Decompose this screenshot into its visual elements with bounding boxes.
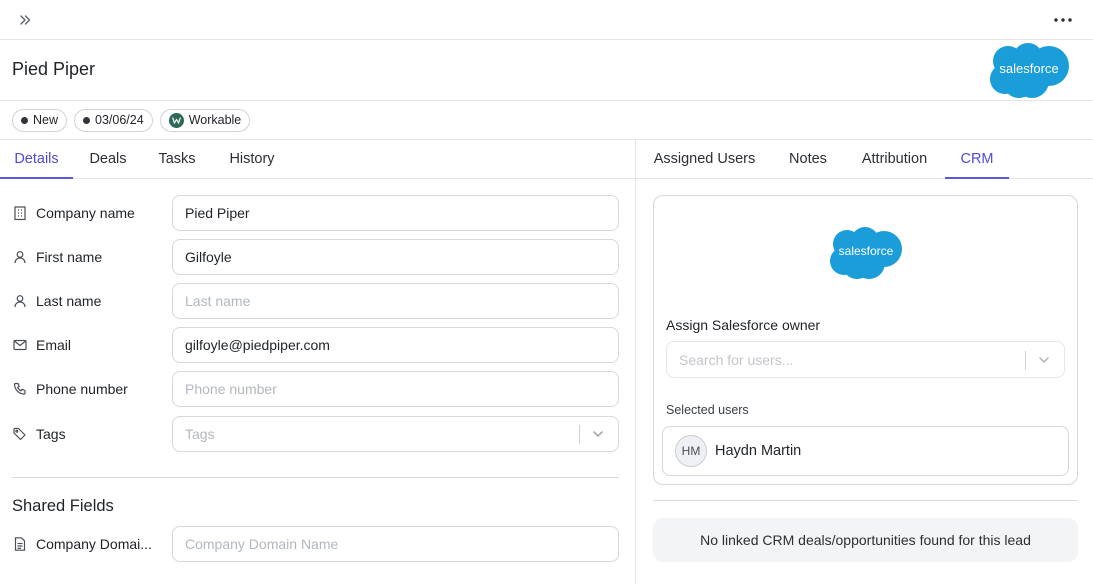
- first-name-label: First name: [36, 249, 103, 265]
- email-label: Email: [36, 337, 72, 353]
- tab-assigned-users[interactable]: Assigned Users: [653, 140, 756, 179]
- company-domain-label: Company Domai...: [36, 536, 152, 552]
- company-name-label: Company name: [36, 205, 135, 221]
- chevrons-right-icon[interactable]: [14, 9, 36, 31]
- crm-divider: [653, 500, 1078, 501]
- company-name-input[interactable]: [172, 195, 619, 231]
- salesforce-logo: salesforce: [826, 226, 906, 282]
- last-name-label: Last name: [36, 293, 102, 309]
- status-dot-icon: [21, 116, 28, 124]
- empty-deals-message: No linked CRM deals/opportunities found …: [653, 518, 1078, 562]
- status-badge[interactable]: New: [12, 108, 68, 132]
- left-tab-bar: Details Deals Tasks History: [0, 140, 635, 179]
- tab-crm[interactable]: CRM: [945, 140, 1009, 179]
- user-icon: [14, 251, 26, 264]
- email-input[interactable]: [172, 327, 619, 363]
- phone-label: Phone number: [36, 381, 128, 397]
- mail-icon: [13, 339, 27, 351]
- first-name-row: First name: [12, 239, 619, 275]
- tag-icon: [13, 427, 26, 441]
- company-name-row: Company name: [12, 195, 619, 231]
- selected-user-name: Haydn Martin: [715, 443, 802, 459]
- user-icon: [14, 295, 26, 308]
- svg-text:salesforce: salesforce: [999, 61, 1058, 76]
- document-icon: [14, 537, 26, 551]
- record-header: Pied Piper salesforce: [0, 40, 1093, 101]
- details-panel: Details Deals Tasks History Company name…: [0, 140, 635, 584]
- chevron-down-icon[interactable]: [591, 427, 605, 441]
- user-search-input[interactable]: [667, 342, 1007, 377]
- selected-user-chip[interactable]: HM Haydn Martin: [662, 426, 1069, 476]
- user-search-select[interactable]: [666, 341, 1065, 378]
- more-horizontal-icon[interactable]: [1049, 9, 1077, 31]
- building-icon: [14, 206, 26, 221]
- email-row: Email: [12, 327, 619, 363]
- tab-tasks[interactable]: Tasks: [158, 140, 196, 179]
- company-domain-row: Company Domai...: [12, 526, 619, 562]
- crm-panel: Assigned Users Notes Attribution CRM sal…: [635, 140, 1093, 584]
- chevron-down-icon[interactable]: [1037, 353, 1051, 367]
- right-tab-bar: Assigned Users Notes Attribution CRM: [636, 140, 1093, 179]
- phone-input[interactable]: [172, 371, 619, 407]
- source-badge[interactable]: Workable: [159, 108, 251, 132]
- tab-details[interactable]: Details: [0, 140, 73, 179]
- date-badge-label: 03/06/24: [95, 113, 144, 127]
- page-title: Pied Piper: [12, 59, 96, 79]
- assign-owner-label: Assign Salesforce owner: [666, 317, 821, 333]
- date-badge[interactable]: 03/06/24: [74, 108, 153, 132]
- shared-fields-heading: Shared Fields: [12, 497, 114, 515]
- first-name-input[interactable]: [172, 239, 619, 275]
- tags-row: Tags: [12, 416, 619, 452]
- tags-label: Tags: [36, 426, 66, 442]
- workable-logo-icon: [168, 112, 184, 128]
- status-badges: New 03/06/24 Workable: [0, 101, 1093, 140]
- section-divider: [12, 477, 619, 478]
- date-dot-icon: [83, 116, 91, 124]
- salesforce-logo: salesforce: [986, 42, 1072, 100]
- phone-row: Phone number: [12, 371, 619, 407]
- tab-deals[interactable]: Deals: [89, 140, 127, 179]
- tab-attribution[interactable]: Attribution: [859, 140, 930, 179]
- selected-users-label: Selected users: [666, 403, 749, 417]
- user-search-separator: [1025, 351, 1026, 370]
- source-badge-label: Workable: [188, 113, 242, 127]
- company-domain-input[interactable]: [172, 526, 619, 562]
- status-badge-label: New: [33, 113, 59, 127]
- phone-icon: [13, 382, 26, 395]
- tab-history[interactable]: History: [228, 140, 276, 179]
- tab-notes[interactable]: Notes: [788, 140, 828, 179]
- last-name-input[interactable]: [172, 283, 619, 319]
- tags-select[interactable]: [172, 416, 619, 452]
- tags-select-separator: [579, 425, 580, 444]
- svg-text:salesforce: salesforce: [839, 244, 894, 258]
- crm-card: salesforce Assign Salesforce owner Selec…: [653, 195, 1078, 485]
- top-bar: [0, 0, 1093, 40]
- avatar: HM: [675, 435, 707, 467]
- last-name-row: Last name: [12, 283, 619, 319]
